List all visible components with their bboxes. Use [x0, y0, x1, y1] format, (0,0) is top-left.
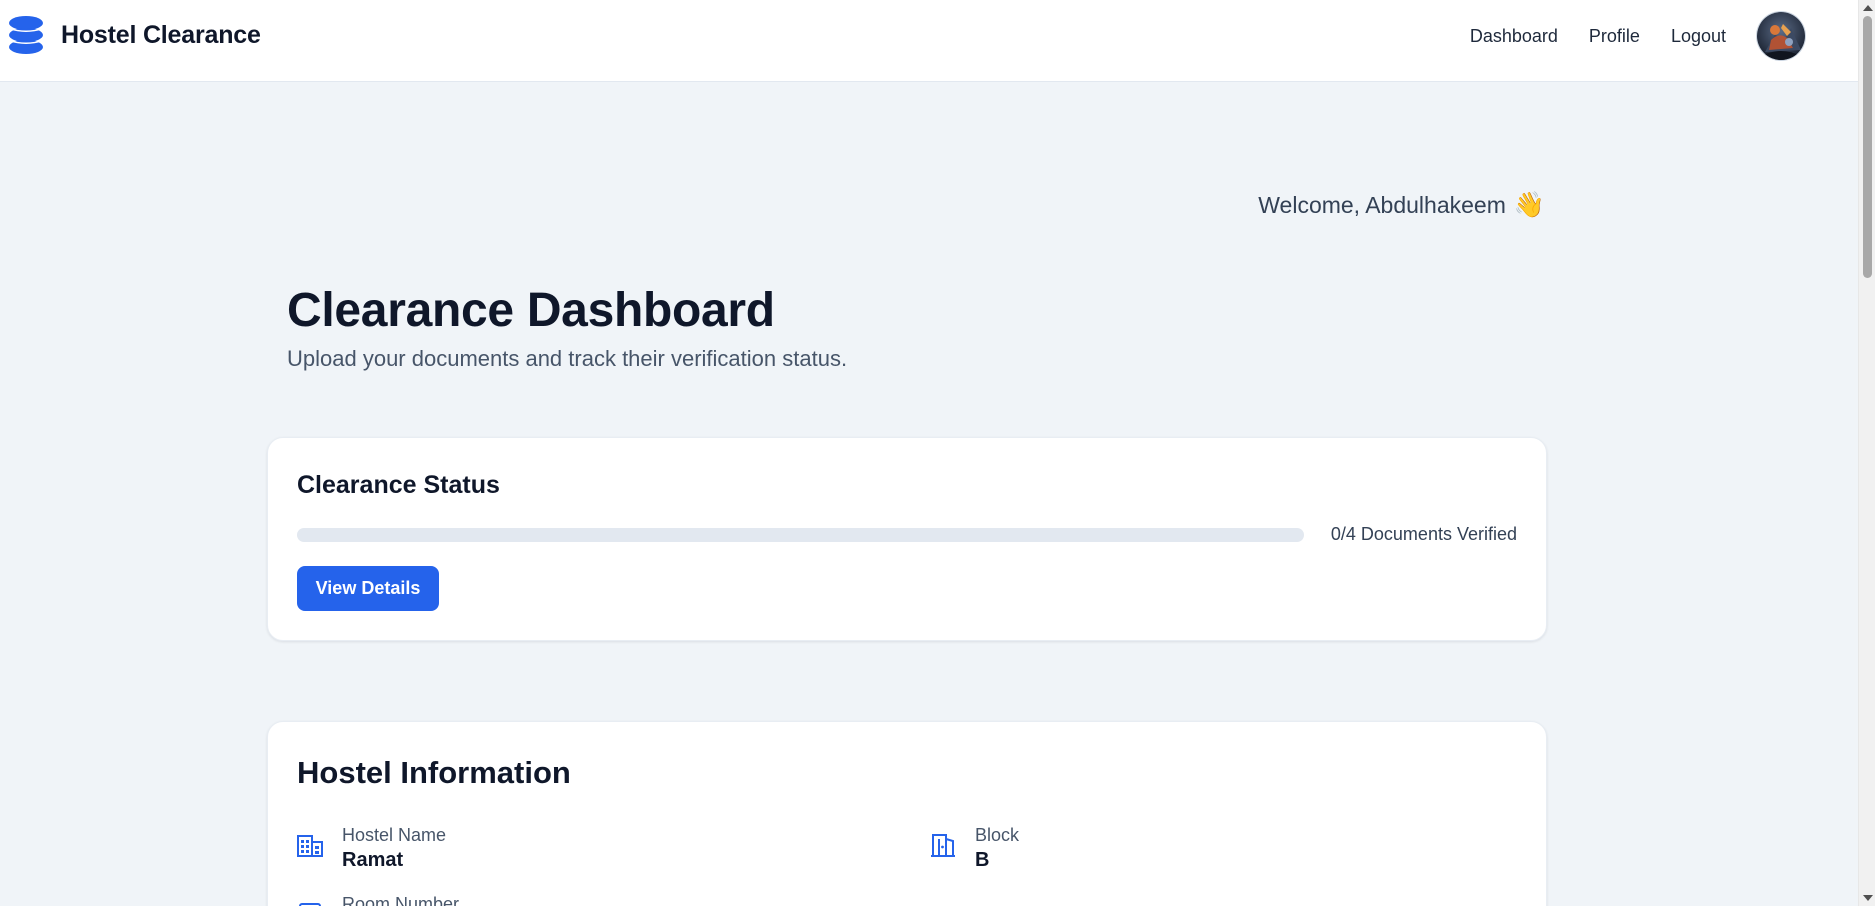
- hostel-name-label: Hostel Name: [342, 825, 447, 845]
- clearance-status-heading: Clearance Status: [297, 471, 500, 499]
- scroll-down-arrow-icon[interactable]: [1859, 890, 1875, 906]
- waving-hand-icon: 👋: [1513, 191, 1545, 219]
- nav-logout-link[interactable]: Logout: [1671, 12, 1726, 60]
- clearance-status-card: Clearance Status 0/4 Documents Verified …: [267, 437, 1547, 641]
- room-number-item: Room Number: [297, 893, 459, 906]
- building-icon: [297, 835, 323, 857]
- brand-link[interactable]: Hostel Clearance: [8, 16, 261, 54]
- user-avatar[interactable]: [1757, 12, 1805, 60]
- stack-icon: [8, 16, 44, 54]
- clearance-progress-label: 0/4 Documents Verified: [1330, 524, 1517, 544]
- page: Hostel Clearance Dashboard Profile Logou…: [0, 0, 1875, 906]
- hostel-name-value: Ramat: [342, 849, 404, 871]
- welcome-message: Welcome, Abdulhakeem 👋: [1258, 192, 1545, 219]
- main-nav: Dashboard Profile Logout: [1470, 12, 1805, 60]
- hostel-name-text: Hostel Name Ramat: [342, 824, 446, 874]
- scroll-up-arrow-icon[interactable]: [1859, 0, 1875, 16]
- room-icon: [299, 903, 321, 906]
- top-navbar: Hostel Clearance Dashboard Profile Logou…: [0, 0, 1858, 82]
- brand-title: Hostel Clearance: [61, 20, 261, 49]
- block-label: Block: [975, 825, 1020, 845]
- hostel-information-card: Hostel Information Hostel Name Ramat Blo…: [267, 721, 1547, 906]
- view-details-button[interactable]: View Details: [297, 566, 439, 611]
- hostel-name-item: Hostel Name Ramat: [297, 824, 446, 874]
- clearance-progress-bar: [297, 528, 1304, 542]
- avatar-image: [1757, 12, 1805, 60]
- block-item: Block B: [930, 824, 1019, 874]
- door-icon: [931, 834, 955, 857]
- room-number-label: Room Number: [342, 894, 460, 906]
- vertical-scrollbar[interactable]: [1858, 0, 1875, 906]
- scrollbar-thumb[interactable]: [1863, 16, 1872, 278]
- page-subtitle: Upload your documents and track their ve…: [287, 346, 848, 371]
- hostel-information-heading: Hostel Information: [297, 755, 571, 790]
- nav-dashboard-link[interactable]: Dashboard: [1470, 12, 1558, 60]
- nav-profile-link[interactable]: Profile: [1589, 12, 1640, 60]
- page-title: Clearance Dashboard: [287, 284, 775, 337]
- room-number-text: Room Number: [342, 893, 459, 906]
- welcome-text: Welcome, Abdulhakeem: [1258, 192, 1506, 218]
- block-text: Block B: [975, 824, 1019, 874]
- block-value: B: [975, 849, 990, 871]
